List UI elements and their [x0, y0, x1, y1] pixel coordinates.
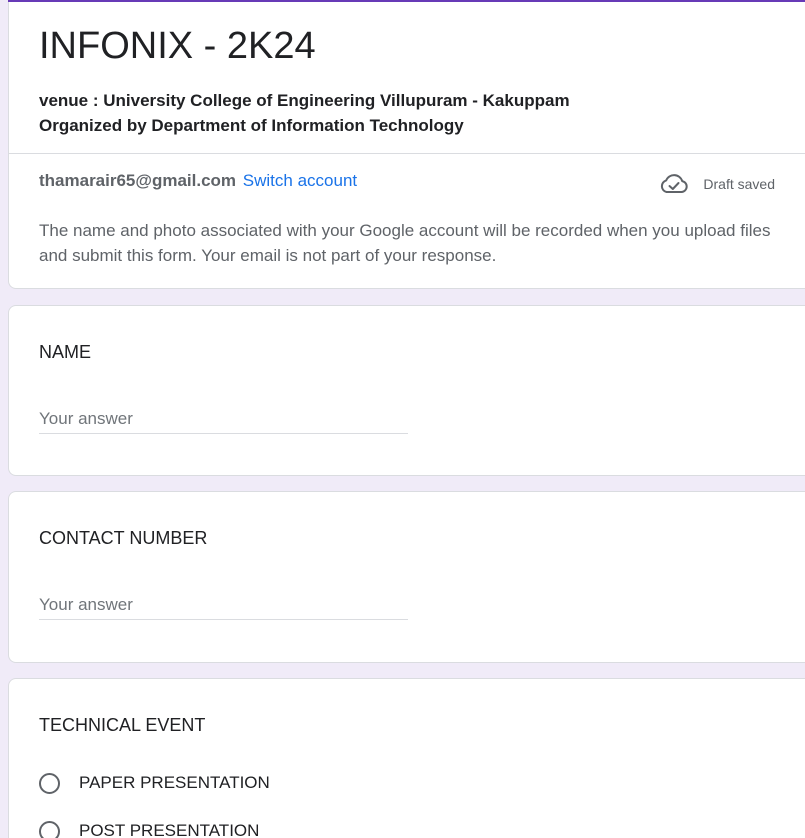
radio-label: POST PRESENTATION [79, 821, 260, 838]
question-card-technical-event: TECHNICAL EVENT PAPER PRESENTATION POST … [8, 678, 805, 838]
question-title-contact: CONTACT NUMBER [39, 528, 208, 548]
question-title-name: NAME [39, 342, 92, 362]
account-email: thamarair65@gmail.com [39, 171, 237, 190]
draft-status-label: Draft saved [703, 176, 775, 192]
form-title: INFONIX - 2K24 [39, 25, 316, 67]
account-row: thamarair65@gmail.com Switch account [39, 170, 357, 192]
question-card-name: NAME [8, 305, 805, 476]
radio-option-post-presentation[interactable]: POST PRESENTATION [39, 820, 259, 838]
radio-label: PAPER PRESENTATION [79, 773, 270, 792]
form-accent-bar [8, 0, 805, 2]
form-header-card: INFONIX - 2K24 venue : University Colleg… [8, 0, 805, 289]
question-title-technical-event: TECHNICAL EVENT [39, 715, 206, 735]
radio-option-paper-presentation[interactable]: PAPER PRESENTATION [39, 772, 270, 794]
form-page: INFONIX - 2K24 venue : University Colleg… [0, 0, 805, 838]
radio-button[interactable] [39, 772, 60, 794]
switch-account-link[interactable]: Switch account [243, 171, 357, 190]
name-input[interactable] [39, 404, 408, 434]
privacy-note: The name and photo associated with your … [39, 221, 771, 265]
form-description: venue : University College of Engineerin… [39, 88, 570, 138]
contact-number-input[interactable] [39, 590, 408, 620]
radio-button[interactable] [39, 820, 60, 838]
draft-status: Draft saved [659, 172, 775, 196]
question-card-contact: CONTACT NUMBER [8, 491, 805, 663]
cloud-check-icon [661, 174, 689, 193]
header-divider [9, 153, 805, 154]
form-description-venue: venue : University College of Engineerin… [39, 91, 570, 110]
form-description-organizer: Organized by Department of Information T… [39, 116, 464, 135]
